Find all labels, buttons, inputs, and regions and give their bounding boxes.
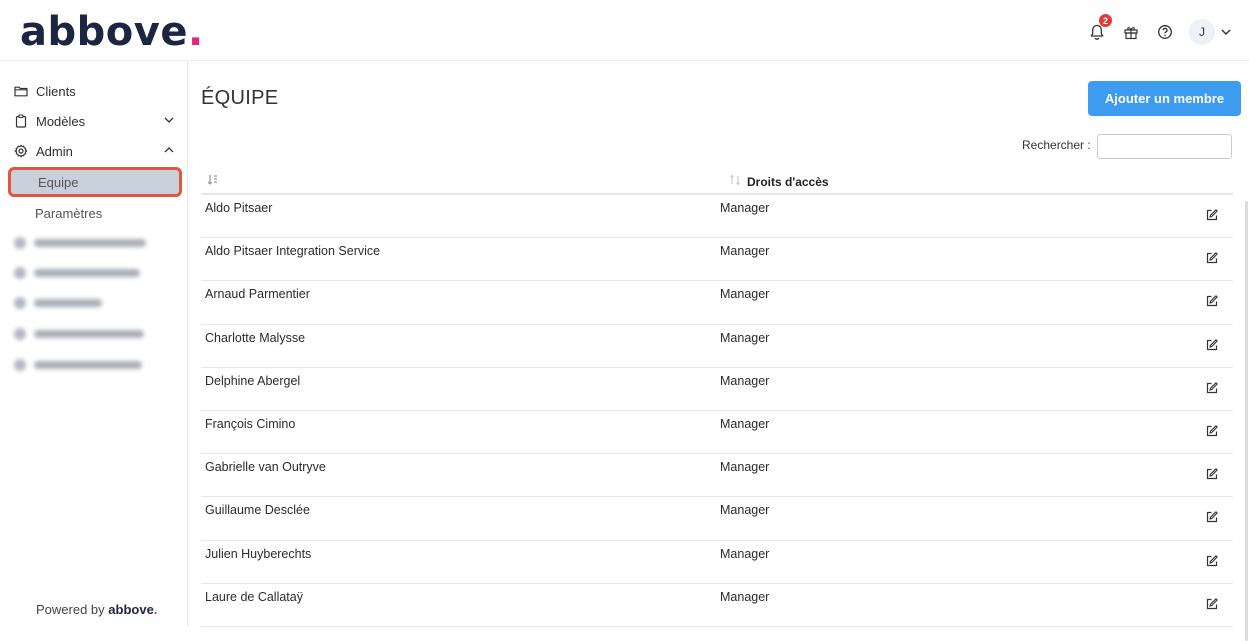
avatar[interactable]: J	[1189, 19, 1215, 45]
sidebar-item-blurred[interactable]	[14, 296, 102, 310]
top-icons: 2 J	[1087, 14, 1233, 46]
chevron-down-icon[interactable]	[1219, 25, 1233, 39]
rights-column-header[interactable]: Droits d'accès	[729, 174, 829, 189]
edit-icon[interactable]	[1205, 467, 1219, 481]
gear-icon	[14, 144, 28, 158]
member-role: Manager	[720, 287, 770, 302]
table-row: Guillaume Desclée Manager	[201, 497, 1233, 541]
help-icon[interactable]	[1155, 22, 1175, 42]
team-table: Droits d'accès Aldo Pitsaer Manager Aldo P…	[201, 169, 1233, 627]
search-label: Rechercher :	[1022, 138, 1091, 152]
member-role: Manager	[720, 460, 770, 475]
member-name: Delphine Abergel	[205, 373, 301, 388]
member-name: Guillaume Desclée	[205, 503, 310, 518]
folder-icon	[14, 84, 28, 98]
table-row: Arnaud Parmentier Manager	[201, 281, 1233, 325]
member-name: Arnaud Parmentier	[205, 287, 310, 302]
table-row: Charlotte Malysse Manager	[201, 325, 1233, 368]
gift-icon[interactable]	[1121, 22, 1141, 42]
search-input[interactable]	[1097, 134, 1232, 159]
chevron-up-icon[interactable]	[163, 144, 175, 156]
edit-icon[interactable]	[1205, 381, 1219, 395]
table-header: Droits d'accès	[201, 169, 1233, 195]
member-name: Charlotte Malysse	[205, 330, 306, 345]
page-title: ÉQUIPE	[201, 87, 279, 109]
edit-icon[interactable]	[1205, 597, 1219, 611]
member-name: Julien Huyberechts	[205, 546, 312, 561]
member-name: Gabrielle van Outryve	[205, 460, 326, 475]
member-name: Aldo Pitsaer	[205, 201, 273, 215]
chevron-down-icon[interactable]	[163, 114, 175, 126]
table-row: Julien Huyberechts Manager	[201, 541, 1233, 584]
clipboard-icon	[14, 114, 28, 128]
table-row: Delphine Abergel Manager	[201, 368, 1233, 411]
edit-icon[interactable]	[1205, 510, 1219, 524]
edit-icon[interactable]	[1205, 554, 1219, 568]
member-name: Aldo Pitsaer Integration Service	[205, 244, 381, 259]
top-bar: abbove. 2 J	[0, 0, 1249, 61]
sort-icon[interactable]	[207, 174, 219, 189]
sidebar-item-modeles[interactable]: Modèles	[14, 110, 179, 132]
sidebar-item-label: Admin	[36, 143, 73, 159]
sidebar-item-blurred[interactable]	[14, 236, 146, 250]
sidebar: Clients Modèles Admin Equipe Paramètres …	[0, 61, 188, 627]
sidebar-subitem-equipe[interactable]: Equipe	[8, 167, 182, 197]
sidebar-item-label: Clients	[36, 83, 76, 99]
main-content: ÉQUIPE Ajouter un membre Rechercher : Dr…	[189, 61, 1249, 641]
add-member-button[interactable]: Ajouter un membre	[1088, 81, 1241, 116]
table-row: Aldo Pitsaer Manager	[201, 195, 1233, 239]
edit-icon[interactable]	[1205, 338, 1219, 352]
member-role: Manager	[720, 589, 770, 604]
powered-by: Powered by abbove.	[36, 602, 158, 617]
sidebar-item-blurred[interactable]	[14, 266, 140, 280]
member-role: Manager	[720, 373, 770, 388]
sidebar-item-label: Modèles	[36, 113, 86, 129]
table-row: François Cimino Manager	[201, 411, 1233, 455]
table-row: Laure de Callataÿ Manager	[201, 584, 1233, 627]
member-name: François Cimino	[205, 416, 296, 431]
sidebar-item-admin[interactable]: Admin	[14, 140, 179, 162]
member-role: Manager	[720, 546, 770, 561]
edit-icon[interactable]	[1205, 251, 1219, 265]
table-row: Aldo Pitsaer Integration Service Manager	[201, 238, 1233, 282]
member-role: Manager	[720, 244, 770, 259]
bell-icon[interactable]: 2	[1087, 14, 1112, 42]
member-role: Manager	[720, 503, 770, 518]
user-menu[interactable]: J	[1189, 19, 1233, 45]
notification-badge: 2	[1099, 14, 1112, 27]
sort-icon	[729, 174, 741, 189]
sidebar-item-blurred[interactable]	[14, 358, 142, 372]
member-role: Manager	[720, 330, 770, 345]
table-body: Aldo Pitsaer Manager Aldo Pitsaer Integrat…	[201, 195, 1233, 627]
table-row: Gabrielle van Outryve Manager	[201, 454, 1233, 498]
scrollbar[interactable]	[1245, 201, 1248, 641]
app-logo[interactable]: abbove.	[20, 9, 204, 55]
edit-icon[interactable]	[1205, 424, 1219, 438]
sidebar-subitem-parametres[interactable]: Paramètres	[8, 198, 182, 228]
member-name: Laure de Callataÿ	[205, 589, 303, 604]
sidebar-item-blurred[interactable]	[14, 327, 144, 341]
member-role: Manager	[720, 201, 770, 215]
edit-icon[interactable]	[1205, 294, 1219, 308]
edit-icon[interactable]	[1205, 208, 1219, 222]
member-role: Manager	[720, 416, 770, 431]
sidebar-item-clients[interactable]: Clients	[14, 80, 179, 102]
